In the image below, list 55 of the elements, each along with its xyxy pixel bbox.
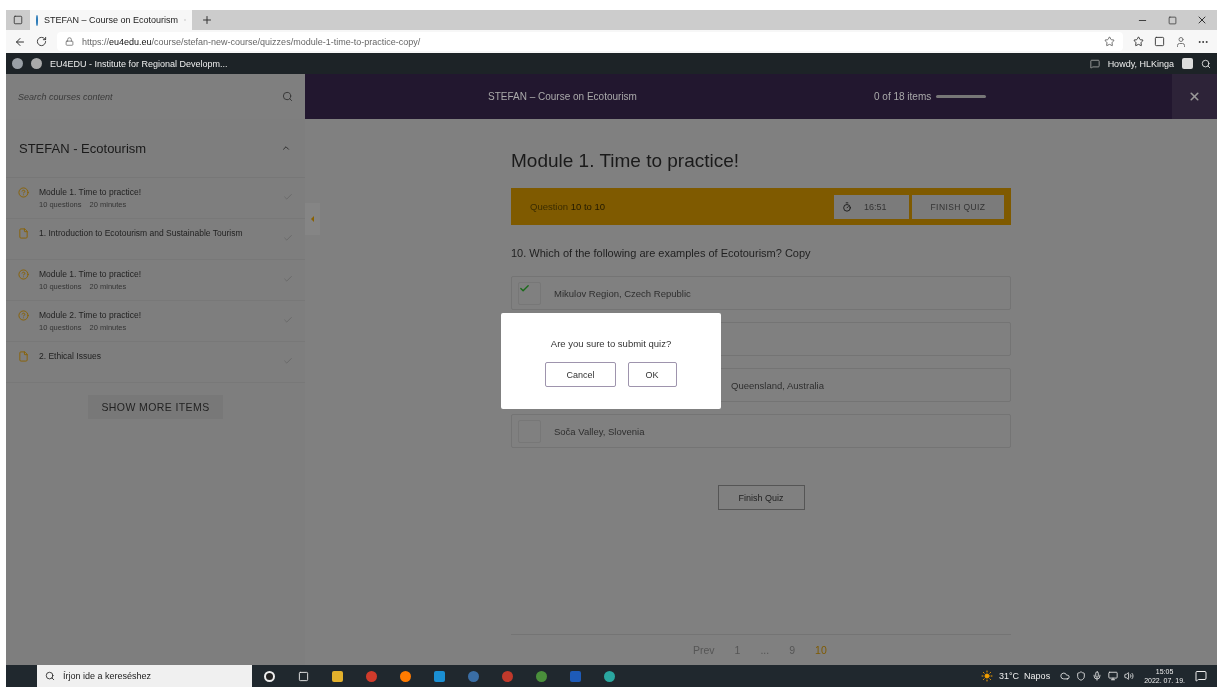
finish-quiz-button[interactable]: Finish Quiz bbox=[717, 485, 805, 510]
back-icon[interactable] bbox=[14, 35, 26, 48]
question-circle-icon bbox=[18, 310, 29, 321]
favorites-icon[interactable] bbox=[1133, 36, 1144, 47]
collapse-icon[interactable] bbox=[281, 143, 291, 153]
browser-tab[interactable]: STEFAN – Course on Ecotourism bbox=[30, 10, 192, 30]
sun-icon bbox=[981, 670, 993, 682]
progress-text: 0 of 18 items bbox=[874, 91, 932, 102]
collapse-handle[interactable] bbox=[305, 203, 320, 235]
profile-icon[interactable] bbox=[1175, 35, 1187, 48]
stopwatch-icon bbox=[842, 201, 852, 212]
restore-icon[interactable] bbox=[1167, 15, 1177, 25]
task-view-icon[interactable] bbox=[297, 670, 309, 682]
temperature: 31°C bbox=[999, 671, 1020, 681]
url-text: https://eu4edu.eu/course/stefan-new-course/quizzes/module-1-time-to-practice-copy/ bbox=[82, 36, 421, 47]
question-circle-icon bbox=[18, 187, 29, 198]
dialog-button[interactable]: Cancel bbox=[545, 362, 616, 387]
taskbar-search-field[interactable]: Írjon ide a kereséshez bbox=[37, 665, 252, 687]
finish-quiz-button[interactable]: FINISH QUIZ bbox=[912, 194, 1004, 219]
greeting[interactable]: Howdy, HLKinga bbox=[1107, 58, 1174, 69]
microphone-icon[interactable] bbox=[1092, 671, 1103, 681]
lock-icon bbox=[65, 37, 74, 46]
new-tab-icon[interactable] bbox=[201, 14, 213, 26]
question-text: 10. Which of the following are examples of Ecotourism? Copy bbox=[511, 247, 812, 259]
weather-text: Napos bbox=[1024, 671, 1051, 681]
comment-icon[interactable] bbox=[1089, 58, 1100, 69]
quiz-title: Module 1. Time to practice! bbox=[511, 150, 741, 172]
tab-actions-icon[interactable] bbox=[13, 15, 23, 25]
course-title: STEFAN – Course on Ecotourism bbox=[488, 91, 638, 102]
notifications-icon[interactable] bbox=[1195, 670, 1207, 682]
cloud-icon[interactable] bbox=[1060, 671, 1071, 681]
answer-option[interactable]: Mikulov Region, Czech Republic bbox=[511, 276, 1011, 310]
show-more-button[interactable]: SHOW MORE ITEMS bbox=[88, 395, 223, 419]
favorite-icon[interactable] bbox=[1104, 36, 1115, 47]
shield-icon[interactable] bbox=[1076, 671, 1087, 681]
dialog-message: Are you sure to submit quiz? bbox=[550, 338, 672, 349]
network-icon[interactable] bbox=[1108, 671, 1119, 681]
timer: 16:51 bbox=[834, 194, 909, 219]
answer-option[interactable]: Soča Valley, Slovenia bbox=[511, 414, 1011, 448]
volume-icon[interactable] bbox=[1124, 671, 1135, 681]
address-bar[interactable]: https://eu4edu.eu/course/stefan-new-course/quizzes/module-1-time-to-practice-copy/ bbox=[57, 32, 1123, 51]
avatar-icon bbox=[1182, 58, 1193, 69]
question-counter: Question 10 to 10 bbox=[530, 201, 606, 212]
checkbox[interactable] bbox=[518, 281, 541, 305]
search-icon bbox=[45, 671, 55, 681]
check-icon bbox=[519, 282, 530, 294]
caret-icon bbox=[311, 216, 314, 222]
cortana-icon[interactable] bbox=[263, 670, 275, 682]
site-name[interactable]: EU4EDU - Institute for Regional Developm... bbox=[50, 58, 228, 69]
collections-icon[interactable] bbox=[1154, 36, 1165, 47]
section-title: STEFAN - Ecotourism bbox=[19, 140, 147, 156]
question-circle-icon bbox=[18, 269, 29, 280]
reload-icon[interactable] bbox=[36, 36, 47, 47]
search-icon[interactable] bbox=[1201, 58, 1211, 69]
dialog-button[interactable]: OK bbox=[627, 362, 677, 387]
